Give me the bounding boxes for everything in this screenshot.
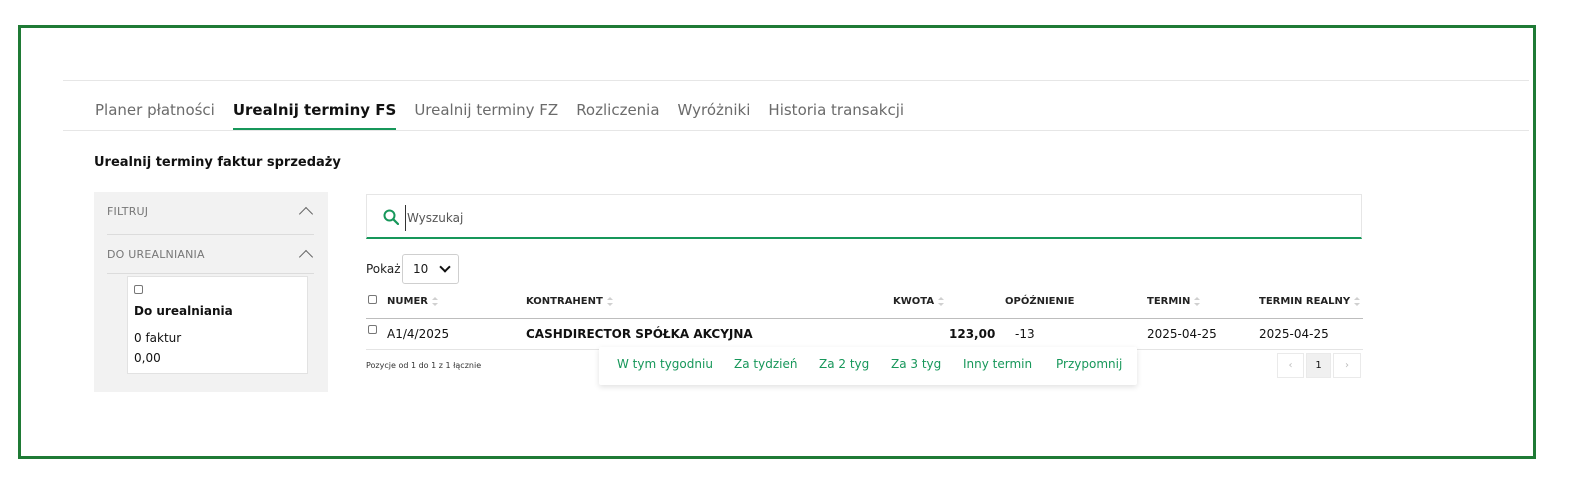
option-za-3-tyg[interactable]: Za 3 tyg [891,357,941,371]
chevron-up-icon [298,249,314,264]
tab-bar: Planer płatności Urealnij terminy FS Ure… [95,98,904,130]
tabs-divider [63,130,1529,131]
table-header-divider [366,318,1363,319]
option-za-2-tyg[interactable]: Za 2 tyg [819,357,869,371]
pagination-page-1[interactable]: 1 [1306,353,1331,378]
table-summary: Pozycje od 1 do 1 z 1 łącznie [366,361,482,370]
do-urealniania-section-toggle[interactable]: DO UREALNIANIA [107,234,314,274]
column-header-kontrahent[interactable]: KONTRAHENT [526,296,613,307]
cell-opoznienie: -13 [1015,327,1035,341]
column-header-kwota[interactable]: KWOTA [893,296,945,307]
sort-icon [1194,297,1201,306]
search-box [366,194,1362,239]
column-header-label: KONTRAHENT [526,296,603,307]
cell-numer[interactable]: A1/4/2025 [387,327,449,341]
chevron-up-icon [298,206,314,221]
option-inny-termin[interactable]: Inny termin [963,357,1032,371]
search-input[interactable] [405,205,1309,231]
chevron-down-icon [439,261,451,273]
filter-section-toggle[interactable]: FILTRUJ [107,192,314,230]
pagination-next-button[interactable]: › [1333,353,1361,378]
date-options-popover: W tym tygodniu Za tydzień Za 2 tyg Za 3 … [599,347,1137,385]
option-przypomnij[interactable]: Przypomnij [1056,357,1122,371]
cell-termin: 2025-04-25 [1147,327,1217,341]
do-urealniania-card[interactable]: Do urealniania 0 faktur 0,00 [127,276,308,374]
filter-section-label: FILTRUJ [107,204,149,218]
do-urealniania-label: Do urealniania [134,304,233,318]
tab-planer-platnosci[interactable]: Planer płatności [95,98,215,130]
select-all-checkbox[interactable] [368,295,377,304]
page-size-select[interactable]: 10 [402,254,459,284]
sort-icon [606,297,613,306]
pagination-page-label: 1 [1315,360,1322,371]
column-header-termin-realny[interactable]: TERMIN REALNY [1259,296,1361,307]
column-header-label: OPÓŹNIENIE [1005,296,1075,307]
row-checkbox[interactable] [368,325,377,334]
column-header-numer[interactable]: NUMER [387,296,438,307]
column-header-label: KWOTA [893,296,935,307]
invoice-count: 0 faktur [134,331,182,345]
pagination-prev-button[interactable]: ‹ [1277,353,1304,378]
do-urealniania-section-label: DO UREALNIANIA [107,247,205,261]
column-header-label: TERMIN REALNY [1259,296,1351,307]
cell-termin-realny[interactable]: 2025-04-25 [1259,327,1329,341]
page-size-value: 10 [413,262,429,276]
cell-kontrahent: CASHDIRECTOR SPÓŁKA AKCYJNA [526,327,753,341]
tab-urealnij-terminy-fz[interactable]: Urealnij terminy FZ [414,98,558,130]
invoice-amount: 0,00 [134,351,161,365]
page-size-label: Pokaż [366,262,401,276]
tab-wyrozniki[interactable]: Wyróżniki [678,98,751,130]
filter-sidebar: FILTRUJ DO UREALNIANIA Do urealniania 0 … [94,192,328,392]
app-frame: Planer płatności Urealnij terminy FS Ure… [18,25,1536,459]
sort-icon [1354,297,1361,306]
option-w-tym-tygodniu[interactable]: W tym tygodniu [617,357,713,371]
option-za-tydzien[interactable]: Za tydzień [734,357,797,371]
column-header-label: TERMIN [1147,296,1191,307]
tab-urealnij-terminy-fs[interactable]: Urealnij terminy FS [232,98,397,130]
chevron-left-icon: ‹ [1288,360,1293,371]
tab-rozliczenia[interactable]: Rozliczenia [576,98,659,130]
column-header-label: NUMER [387,296,428,307]
cell-kwota: 123,00 [949,327,996,341]
search-icon [383,209,399,225]
top-divider [63,80,1529,81]
do-urealniania-checkbox[interactable] [134,285,143,294]
tab-historia-transakcji[interactable]: Historia transakcji [768,98,904,130]
column-header-termin[interactable]: TERMIN [1147,296,1201,307]
sort-icon [431,297,438,306]
chevron-right-icon: › [1345,360,1349,371]
column-header-opoznienie[interactable]: OPÓŹNIENIE [1005,296,1074,307]
page-title: Urealnij terminy faktur sprzedaży [94,155,341,170]
sort-icon [938,297,945,306]
